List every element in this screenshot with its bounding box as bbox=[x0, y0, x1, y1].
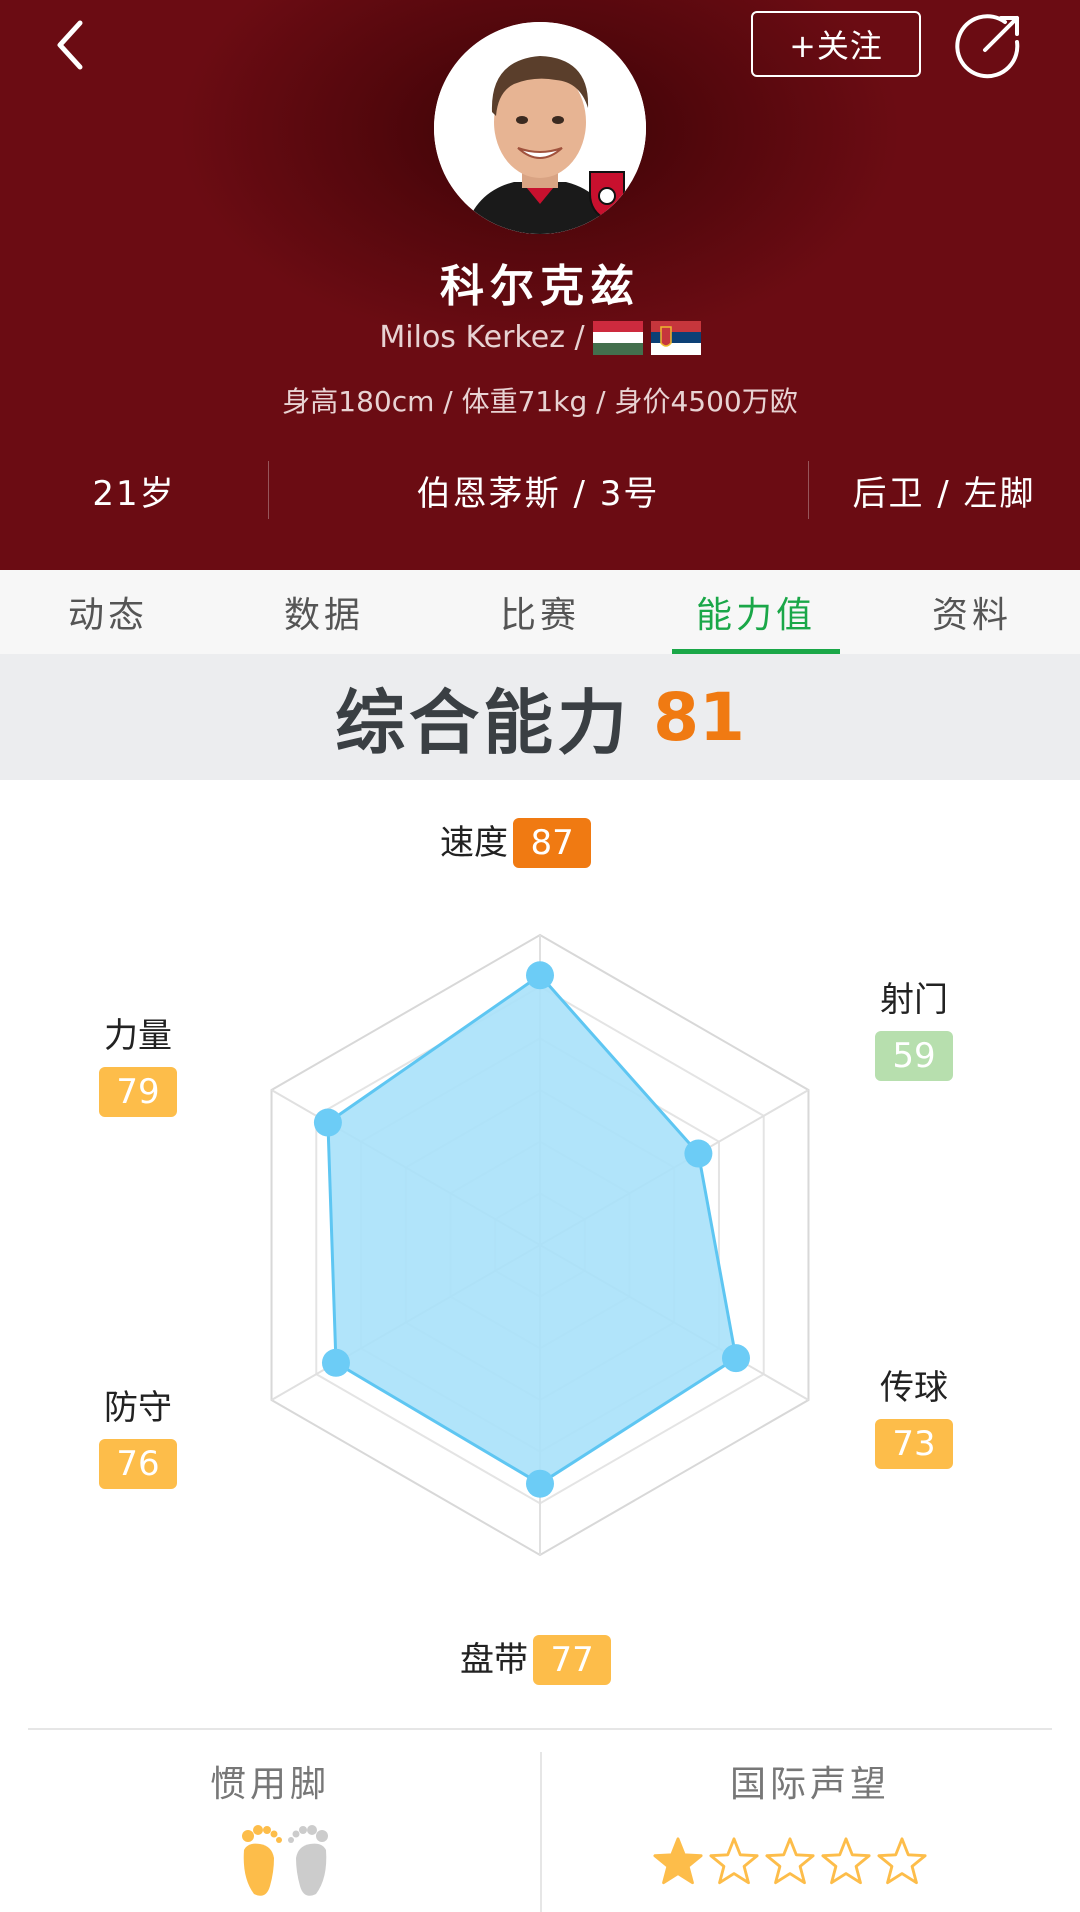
player-age: 21岁 bbox=[92, 473, 176, 514]
preferred-foot-label: 惯用脚 bbox=[209, 1764, 330, 1805]
player-bio: 身高180cm / 体重71kg / 身价4500万欧 bbox=[282, 385, 798, 418]
left-foot-icon bbox=[242, 1825, 282, 1896]
back-icon bbox=[57, 20, 83, 70]
radar-point-strength bbox=[313, 1108, 342, 1137]
overall-rating-label: 综合能力 bbox=[335, 681, 632, 764]
overall-rating-band: 综合能力 81 bbox=[0, 654, 1080, 780]
attr-dribbling: 盘带 77 bbox=[460, 1632, 612, 1685]
attr-shooting-label: 射门 bbox=[880, 980, 948, 1020]
radar-point-passing bbox=[721, 1344, 750, 1373]
attr-strength-badge: 79 bbox=[99, 1067, 177, 1117]
reputation-stars bbox=[652, 1836, 932, 1892]
attr-strength-label: 力量 bbox=[104, 1016, 172, 1056]
player-avatar bbox=[434, 22, 646, 234]
player-name: 科尔克兹 bbox=[440, 261, 640, 312]
player-club-number[interactable]: 伯恩茅斯 / 3号 bbox=[268, 455, 808, 525]
share-icon bbox=[955, 14, 1020, 79]
preferred-foot-indicator bbox=[242, 1825, 328, 1896]
tab-profile[interactable]: 资料 bbox=[864, 570, 1080, 654]
star-icon bbox=[709, 1837, 759, 1885]
attr-shooting: 射门 59 bbox=[874, 972, 954, 1081]
tab-stats[interactable]: 数据 bbox=[216, 570, 432, 654]
radar-point-defense bbox=[321, 1348, 350, 1377]
radar-value-area bbox=[326, 973, 738, 1486]
english-name-line: Milos Kerkez / bbox=[0, 320, 1080, 355]
reputation-label: 国际声望 bbox=[729, 1764, 890, 1805]
attr-speed-badge: 87 bbox=[513, 818, 592, 868]
back-button[interactable] bbox=[50, 18, 100, 78]
tab-news[interactable]: 动态 bbox=[0, 570, 216, 654]
attr-strength: 力量 79 bbox=[98, 1008, 178, 1117]
hungary-flag bbox=[592, 320, 643, 355]
radar-point-dribbling bbox=[526, 1469, 554, 1498]
divider bbox=[28, 1728, 1052, 1730]
follow-button[interactable]: +关注 bbox=[751, 11, 921, 77]
player-header: +关注 科尔克兹 Milos Kerkez / 身高180cm / 体重71kg… bbox=[0, 0, 1080, 570]
tab-matches[interactable]: 比赛 bbox=[432, 570, 648, 654]
tab-ability[interactable]: 能力值 bbox=[648, 570, 864, 654]
attr-dribbling-label: 盘带 bbox=[460, 1640, 528, 1680]
right-foot-icon bbox=[288, 1825, 328, 1896]
player-photo bbox=[434, 22, 646, 234]
player-info-row: 21岁 伯恩茅斯 / 3号 后卫 / 左脚 bbox=[0, 455, 1080, 525]
attr-passing: 传球 73 bbox=[874, 1360, 954, 1469]
english-name: Milos Kerkez / bbox=[379, 320, 585, 355]
star-icon bbox=[821, 1837, 871, 1885]
tab-bar: 动态 数据 比赛 能力值 资料 bbox=[0, 570, 1080, 654]
serbia-flag bbox=[650, 320, 701, 355]
radar-point-shooting bbox=[684, 1139, 713, 1168]
attr-speed: 速度 87 bbox=[440, 815, 592, 868]
overall-rating-value: 81 bbox=[653, 678, 745, 756]
attr-defense-badge: 76 bbox=[99, 1439, 177, 1489]
ability-radar-chart bbox=[270, 933, 810, 1557]
star-icon bbox=[765, 1837, 815, 1885]
attr-passing-badge: 73 bbox=[875, 1419, 953, 1469]
radar-point-speed bbox=[526, 961, 554, 990]
star-icon bbox=[653, 1837, 703, 1885]
attr-shooting-badge: 59 bbox=[875, 1031, 953, 1081]
attr-speed-label: 速度 bbox=[440, 823, 508, 863]
attr-dribbling-badge: 77 bbox=[533, 1635, 612, 1685]
player-position-foot: 后卫 / 左脚 bbox=[852, 473, 1036, 514]
attr-passing-label: 传球 bbox=[880, 1368, 948, 1408]
share-button[interactable] bbox=[955, 8, 1027, 80]
star-icon bbox=[877, 1837, 927, 1885]
attr-defense: 防守 76 bbox=[98, 1380, 178, 1489]
attr-defense-label: 防守 bbox=[104, 1388, 172, 1428]
